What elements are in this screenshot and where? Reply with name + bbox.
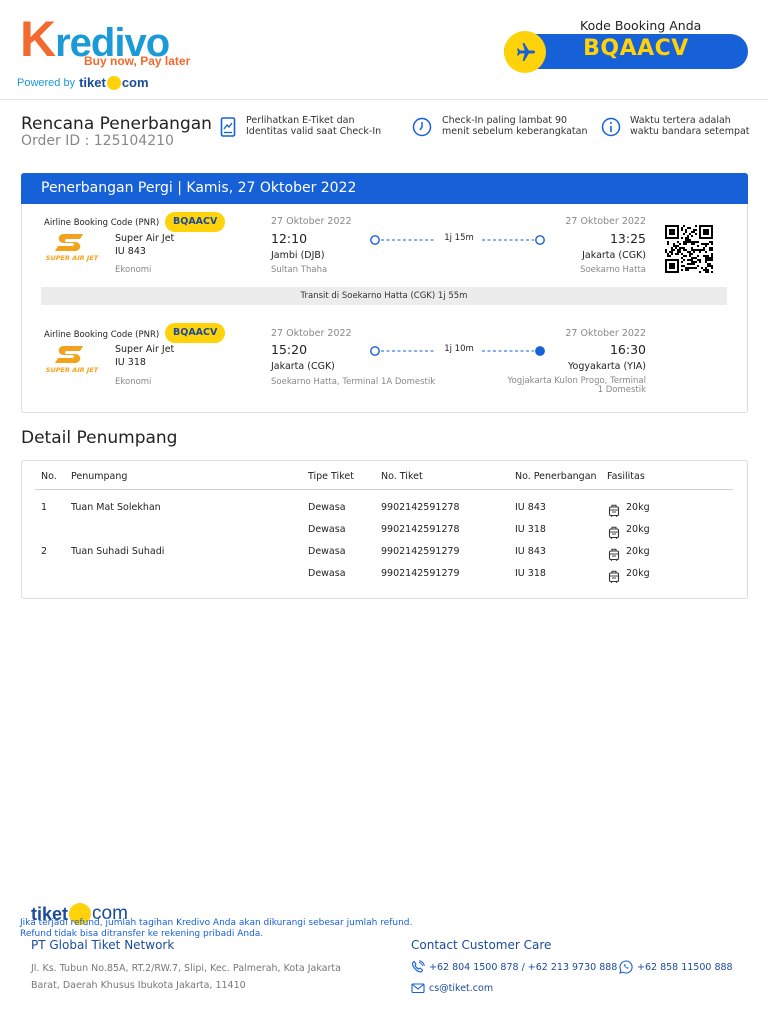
table-header-divider bbox=[35, 489, 733, 490]
cell-no: 1 bbox=[41, 502, 48, 513]
order-id: Order ID : 125104210 bbox=[21, 133, 174, 149]
svg-text:SUPER AIR JET: SUPER AIR JET bbox=[46, 366, 99, 374]
company-name: PT Global Tiket Network bbox=[31, 938, 175, 952]
cell-ticket-type: Dewasa bbox=[308, 568, 346, 579]
col-ticket-no: No. Tiket bbox=[381, 471, 423, 482]
cabin-class: Ekonomi bbox=[115, 265, 152, 275]
col-ticket-type: Tipe Tiket bbox=[308, 471, 354, 482]
departure-time: 15:20 bbox=[271, 342, 308, 357]
airline-name: Super Air Jet bbox=[115, 344, 175, 355]
departure-date: 27 Oktober 2022 bbox=[271, 216, 352, 227]
header-divider bbox=[0, 99, 768, 100]
pnr-badge: BQAACV bbox=[165, 323, 226, 343]
cell-baggage: 20kg bbox=[626, 524, 650, 535]
info-localtime: Waktu tertera adalah waktu bandara setemp… bbox=[630, 115, 750, 137]
powered-by-label: Powered by bbox=[17, 76, 76, 89]
svg-text:SUPER AIR JET: SUPER AIR JET bbox=[46, 254, 99, 262]
cabin-class: Ekonomi bbox=[115, 377, 152, 387]
airline-name: Super Air Jet bbox=[115, 233, 175, 244]
phone-numbers: +62 804 1500 878 / +62 213 9730 888 bbox=[429, 961, 618, 973]
whatsapp-contact[interactable]: +62 858 11500 888 bbox=[619, 960, 733, 974]
cell-baggage: 20kg bbox=[626, 546, 650, 557]
col-flight-no: No. Penerbangan bbox=[515, 471, 597, 482]
arrival-date: 27 Oktober 2022 bbox=[565, 216, 646, 227]
cell-passenger: Tuan Suhadi Suhadi bbox=[71, 546, 165, 557]
super-air-jet-logo: SUPER AIR JET bbox=[41, 232, 103, 262]
clock-icon bbox=[412, 117, 432, 137]
tiket-logo: tiket com bbox=[79, 75, 149, 90]
company-address: Jl. Ks. Tubun No.85A, RT.2/RW.7, Slipi, … bbox=[31, 963, 341, 991]
arrival-city: Jakarta (CGK) bbox=[582, 250, 646, 261]
col-facilities: Fasilitas bbox=[607, 471, 645, 482]
cell-ticket-no: 9902142591279 bbox=[381, 546, 460, 557]
cell-ticket-type: Dewasa bbox=[308, 546, 346, 557]
baggage-icon bbox=[608, 524, 620, 539]
departure-time: 12:10 bbox=[271, 231, 308, 246]
whatsapp-icon bbox=[619, 960, 633, 974]
pnr-badge: BQAACV bbox=[165, 212, 226, 232]
pnr-label: Airline Booking Code (PNR) bbox=[44, 218, 160, 228]
arrival-city: Yogyakarta (YIA) bbox=[568, 361, 646, 372]
cell-flight-no: IU 843 bbox=[515, 546, 546, 557]
arrival-date: 27 Oktober 2022 bbox=[565, 328, 646, 339]
flight-number: IU 318 bbox=[115, 357, 146, 368]
pnr-label: Airline Booking Code (PNR) bbox=[44, 330, 160, 340]
booking-code-value: BQAACV bbox=[583, 36, 689, 61]
arrival-time: 16:30 bbox=[609, 342, 646, 357]
booking-code-label: Kode Booking Anda bbox=[580, 18, 702, 33]
email-address: cs@tiket.com bbox=[429, 982, 494, 994]
info-icon bbox=[601, 117, 621, 137]
cell-ticket-no: 9902142591279 bbox=[381, 568, 460, 579]
col-no: No. bbox=[41, 471, 57, 482]
cell-baggage: 20kg bbox=[626, 502, 650, 513]
cell-baggage: 20kg bbox=[626, 568, 650, 579]
cell-no: 2 bbox=[41, 546, 48, 557]
flight-number: IU 843 bbox=[115, 246, 146, 257]
whatsapp-number: +62 858 11500 888 bbox=[637, 961, 733, 973]
departure-city: Jakarta (CGK) bbox=[271, 361, 335, 372]
baggage-icon bbox=[608, 568, 620, 583]
col-passenger: Penumpang bbox=[71, 471, 128, 482]
refund-note: Jika terjadi refund, jumlah tagihan Kred… bbox=[20, 918, 413, 939]
departure-airport: Soekarno Hatta, Terminal 1A Domestik bbox=[271, 377, 436, 387]
arrival-airport: Soekarno Hatta bbox=[580, 265, 646, 275]
phone-contact[interactable]: +62 804 1500 878 / +62 213 9730 888 bbox=[411, 960, 617, 974]
info-eticket: Perlihatkan E-Tiket dan Identitas valid s… bbox=[246, 115, 382, 137]
section-title-passengers: Detail Penumpang bbox=[21, 428, 178, 448]
flight-header-title: Penerbangan Pergi | Kamis, 27 Oktober 20… bbox=[41, 180, 357, 196]
baggage-icon bbox=[608, 502, 620, 517]
cell-ticket-type: Dewasa bbox=[308, 524, 346, 535]
cell-ticket-no: 9902142591278 bbox=[381, 524, 460, 535]
flight-duration: 1j 15m bbox=[444, 233, 474, 243]
transit-info: Transit di Soekarno Hatta (CGK) 1j 55m bbox=[41, 287, 727, 305]
customer-care-title: Contact Customer Care bbox=[411, 938, 552, 952]
cell-flight-no: IU 318 bbox=[515, 524, 546, 535]
super-air-jet-logo: SUPER AIR JET bbox=[41, 344, 103, 374]
cell-flight-no: IU 318 bbox=[515, 568, 546, 579]
cell-passenger: Tuan Mat Solekhan bbox=[71, 502, 161, 513]
departure-airport: Sultan Thaha bbox=[271, 265, 328, 275]
departure-city: Jambi (DJB) bbox=[271, 250, 325, 261]
email-contact[interactable]: cs@tiket.com bbox=[411, 981, 493, 995]
qr-code bbox=[665, 225, 713, 277]
arrival-airport: Yogjakarta Kulon Progo, Terminal 1 Domest… bbox=[507, 376, 646, 395]
cell-flight-no: IU 843 bbox=[515, 502, 546, 513]
powered-by: Powered by tiket com bbox=[17, 75, 149, 90]
airplane-icon bbox=[504, 31, 546, 73]
baggage-icon bbox=[608, 546, 620, 561]
phone-icon bbox=[411, 960, 425, 974]
departure-date: 27 Oktober 2022 bbox=[271, 328, 352, 339]
flight-duration: 1j 10m bbox=[444, 344, 474, 354]
cell-ticket-type: Dewasa bbox=[308, 502, 346, 513]
ticket-icon bbox=[220, 117, 238, 137]
kredivo-tagline: Buy now, Pay later bbox=[84, 54, 191, 68]
page-title: Rencana Penerbangan bbox=[21, 114, 212, 134]
cell-ticket-no: 9902142591278 bbox=[381, 502, 460, 513]
arrival-time: 13:25 bbox=[609, 231, 646, 246]
info-checkin: Check-In paling lambat 90 menit sebelum k… bbox=[442, 115, 588, 137]
mail-icon bbox=[411, 981, 425, 995]
